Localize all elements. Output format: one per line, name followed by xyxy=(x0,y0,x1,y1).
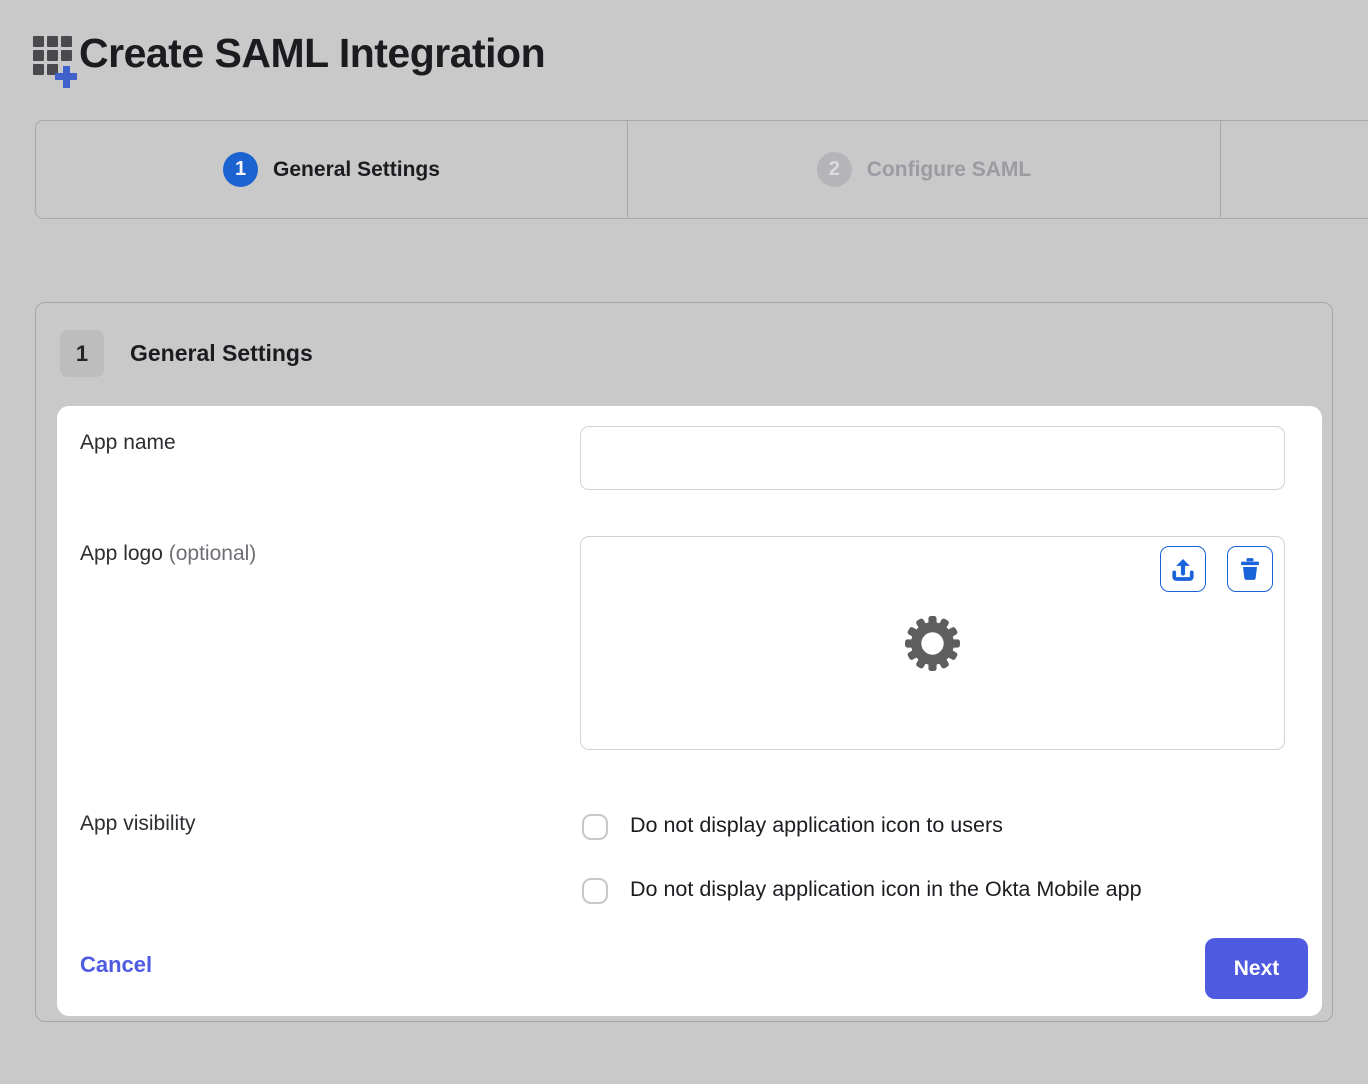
checkbox-label: Do not display application icon in the O… xyxy=(630,877,1142,902)
app-name-input[interactable] xyxy=(580,426,1285,490)
section-step-badge: 1 xyxy=(60,330,104,377)
upload-icon xyxy=(1168,554,1198,584)
app-name-label: App name xyxy=(80,431,176,455)
delete-logo-button[interactable] xyxy=(1227,546,1273,592)
gear-icon xyxy=(904,615,961,672)
step-number-badge: 2 xyxy=(817,152,852,187)
section-title: General Settings xyxy=(130,340,313,367)
next-button[interactable]: Next xyxy=(1205,938,1308,999)
app-grid-plus-icon xyxy=(33,36,79,88)
upload-logo-button[interactable] xyxy=(1160,546,1206,592)
optional-hint: (optional) xyxy=(169,542,257,565)
app-logo-label-text: App logo xyxy=(80,542,163,565)
step-label: General Settings xyxy=(273,158,440,182)
tab-next-step-cutoff xyxy=(1221,121,1368,218)
checkbox-label: Do not display application icon to users xyxy=(630,813,1003,838)
step-number-badge: 1 xyxy=(223,152,258,187)
checkbox-hide-icon-okta-mobile[interactable] xyxy=(582,878,608,904)
page-title: Create SAML Integration xyxy=(79,30,545,77)
wizard-step-bar: 1 General Settings 2 Configure SAML xyxy=(35,120,1368,219)
app-visibility-label: App visibility xyxy=(80,812,196,836)
cancel-button[interactable]: Cancel xyxy=(80,952,152,978)
tab-configure-saml[interactable]: 2 Configure SAML xyxy=(628,121,1221,218)
trash-icon xyxy=(1236,555,1264,583)
tab-general-settings[interactable]: 1 General Settings xyxy=(36,121,628,218)
checkbox-hide-icon-users[interactable] xyxy=(582,814,608,840)
app-logo-label: App logo (optional) xyxy=(80,542,256,566)
step-label: Configure SAML xyxy=(867,158,1031,182)
